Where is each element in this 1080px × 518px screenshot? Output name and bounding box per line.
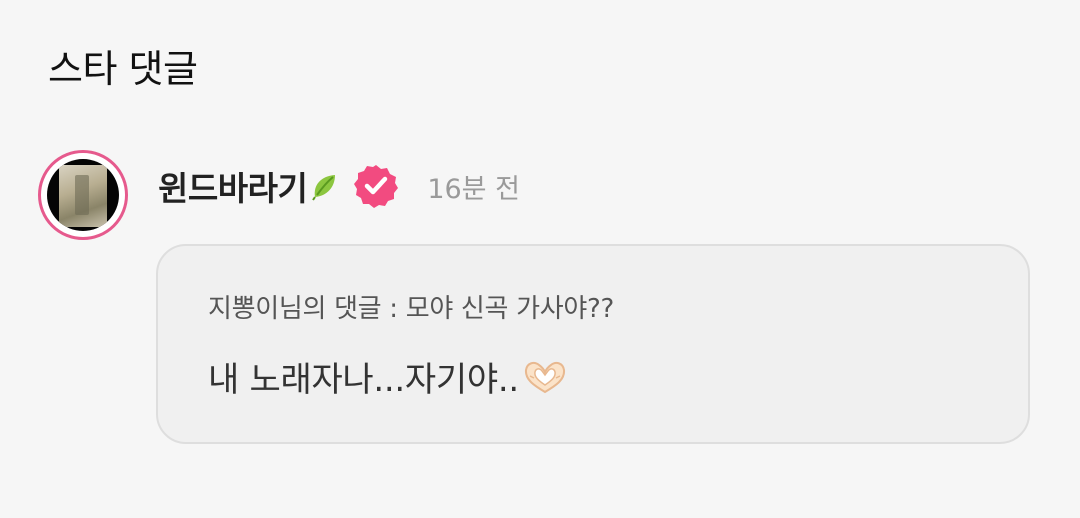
comment-header: 윈드바라기 16분 전 (158, 164, 520, 208)
section-title: 스타 댓글 (48, 47, 198, 91)
reply-reference[interactable]: 지뽕이님의 댓글 : 모야 신곡 가사야?? (208, 288, 614, 325)
timestamp: 16분 전 (427, 173, 520, 205)
verified-badge-icon (353, 163, 399, 209)
star-comment: 윈드바라기 16분 전 지뽕이님의 댓글 : 모야 신곡 가사야?? 내 노래자… (38, 150, 1038, 450)
comment-text-content: 내 노래자나...자기야.. (208, 360, 519, 400)
avatar-image (47, 159, 119, 231)
avatar[interactable] (38, 150, 128, 240)
leaf-icon (309, 171, 339, 201)
comment-text: 내 노래자나...자기야.. (208, 352, 569, 401)
heart-hands-icon (521, 358, 569, 396)
comment-bubble: 지뽕이님의 댓글 : 모야 신곡 가사야?? 내 노래자나...자기야.. (156, 244, 1030, 444)
username[interactable]: 윈드바라기 (158, 162, 308, 210)
